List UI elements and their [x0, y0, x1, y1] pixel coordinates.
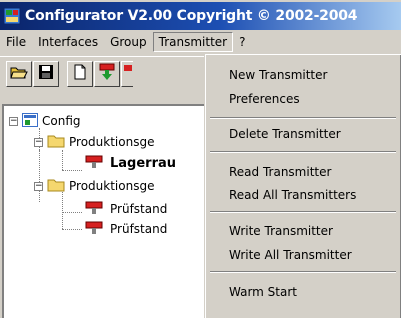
menu-transmitter[interactable]: Transmitter	[152, 32, 234, 52]
open-folder-icon	[10, 64, 28, 84]
tree-node-transmitter[interactable]: Prüfstand	[84, 200, 167, 218]
new-document-icon	[73, 64, 87, 84]
tree-node-label: Prüfstand	[110, 222, 168, 236]
collapse-icon[interactable]: −	[34, 181, 43, 191]
menu-item-warm-start[interactable]: Warm Start	[206, 280, 400, 304]
tree-node-label: Lagerrau	[110, 155, 177, 171]
read-transmitter-icon	[99, 63, 115, 85]
menu-item-read-all-transmitters[interactable]: Read All Transmitters	[206, 183, 400, 207]
new-button[interactable]	[67, 61, 93, 87]
menu-item-write-transmitter[interactable]: Write Transmitter	[206, 219, 400, 243]
save-disk-icon	[38, 64, 54, 84]
tree-connector	[62, 150, 63, 170]
folder-icon	[47, 178, 65, 195]
tree-node-label: Produktionsge	[69, 135, 155, 149]
window-title: Configurator V2.00 Copyright © 2002-2004	[25, 8, 358, 24]
folder-icon	[47, 134, 65, 151]
menu-separator	[210, 211, 396, 213]
configurator-app-icon	[3, 7, 21, 25]
config-icon	[22, 112, 38, 130]
menu-bar: File Interfaces Group Transmitter ?	[0, 31, 401, 53]
transmitter-menu: New Transmitter Preferences Delete Trans…	[205, 54, 401, 318]
transmitter-icon	[84, 220, 106, 239]
tree-connector	[62, 170, 82, 171]
menu-item-new-transmitter[interactable]: New Transmitter	[206, 63, 400, 87]
menu-item-write-all-transmitter[interactable]: Write All Transmitter	[206, 243, 400, 267]
open-button[interactable]	[6, 61, 32, 87]
tree-node-label: Produktionsge	[69, 179, 155, 193]
transmitter-icon	[84, 200, 106, 219]
menu-separator	[210, 151, 396, 153]
menu-item-delete-transmitter[interactable]: Delete Transmitter	[206, 122, 400, 146]
menu-item-preferences[interactable]: Preferences	[206, 87, 400, 111]
tree-connector	[62, 212, 82, 213]
tree-node-group[interactable]: − Produktionsge	[34, 133, 154, 151]
tree-node-group[interactable]: − Produktionsge	[34, 177, 154, 195]
collapse-icon[interactable]: −	[34, 137, 43, 147]
tree-connector	[62, 229, 82, 230]
tree-node-transmitter[interactable]: Prüfstand	[84, 220, 167, 238]
menu-item-read-transmitter[interactable]: Read Transmitter	[206, 160, 400, 184]
menu-group[interactable]: Group	[104, 32, 153, 52]
read-transmitter-button[interactable]	[94, 61, 120, 87]
tree-connector	[62, 192, 63, 229]
menu-separator	[210, 117, 396, 119]
tree-node-config[interactable]: − Config	[9, 112, 81, 130]
write-transmitter-icon	[123, 64, 132, 84]
menu-separator	[210, 271, 396, 273]
transmitter-icon	[84, 154, 106, 173]
tree-node-label: Config	[42, 114, 81, 128]
tree-node-transmitter[interactable]: Lagerrau	[84, 154, 176, 172]
save-button[interactable]	[33, 61, 59, 87]
menu-help[interactable]: ?	[233, 32, 251, 52]
app-window: Configurator V2.00 Copyright © 2002-2004…	[0, 0, 401, 318]
tree-node-label: Prüfstand	[110, 202, 168, 216]
title-bar[interactable]: Configurator V2.00 Copyright © 2002-2004	[0, 2, 401, 30]
menu-file[interactable]: File	[0, 32, 32, 52]
write-transmitter-button[interactable]	[121, 61, 133, 87]
menu-interfaces[interactable]: Interfaces	[32, 32, 104, 52]
collapse-icon[interactable]: −	[9, 116, 18, 126]
